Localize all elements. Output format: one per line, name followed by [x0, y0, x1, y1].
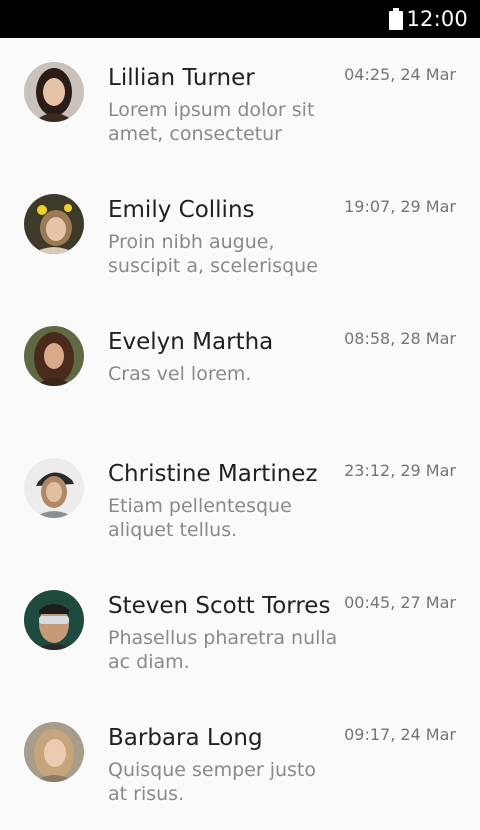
conversation-item[interactable]: Lillian Turner 04:25, 24 Mar Lorem ipsum…: [0, 38, 480, 170]
message-preview: Lorem ipsum dolor sit amet, consectetur: [108, 99, 315, 145]
avatar: [24, 458, 84, 518]
contact-name: Barbara Long: [108, 725, 263, 751]
avatar: [24, 62, 84, 122]
message-preview: Etiam pellentesque aliquet tellus.: [108, 495, 292, 541]
contact-name: Evelyn Martha: [108, 329, 274, 355]
status-clock: 12:00: [406, 7, 468, 31]
message-timestamp: 04:25, 24 Mar: [344, 65, 456, 84]
message-timestamp: 23:12, 29 Mar: [344, 461, 456, 480]
avatar: [24, 590, 84, 650]
message-preview: Proin nibh augue, suscipit a, scelerisqu…: [108, 231, 318, 277]
message-timestamp: 09:17, 24 Mar: [344, 725, 456, 744]
contact-name: Emily Collins: [108, 197, 255, 223]
message-timestamp: 19:07, 29 Mar: [344, 197, 456, 216]
message-preview: Phasellus pharetra nulla ac diam.: [108, 627, 338, 673]
message-preview: Quisque semper justo at risus.: [108, 759, 316, 805]
avatar: [24, 326, 84, 386]
conversation-list: Lillian Turner 04:25, 24 Mar Lorem ipsum…: [0, 38, 480, 830]
contact-name: Lillian Turner: [108, 65, 255, 91]
conversation-item[interactable]: Emily Collins 19:07, 29 Mar Proin nibh a…: [0, 170, 480, 302]
status-bar: 12:00: [0, 0, 480, 38]
contact-name: Steven Scott Torres: [108, 593, 331, 619]
avatar: [24, 722, 84, 782]
message-timestamp: 08:58, 28 Mar: [344, 329, 456, 348]
message-preview: Cras vel lorem.: [108, 363, 252, 385]
battery-full-icon: [388, 8, 404, 30]
conversation-item[interactable]: Barbara Long 09:17, 24 Mar Quisque sempe…: [0, 698, 480, 830]
conversation-item[interactable]: Steven Scott Torres 00:45, 27 Mar Phasel…: [0, 566, 480, 698]
contact-name: Christine Martinez: [108, 461, 318, 487]
message-timestamp: 00:45, 27 Mar: [344, 593, 456, 612]
conversation-item[interactable]: Evelyn Martha 08:58, 28 Mar Cras vel lor…: [0, 302, 480, 434]
conversation-item[interactable]: Christine Martinez 23:12, 29 Mar Etiam p…: [0, 434, 480, 566]
avatar: [24, 194, 84, 254]
